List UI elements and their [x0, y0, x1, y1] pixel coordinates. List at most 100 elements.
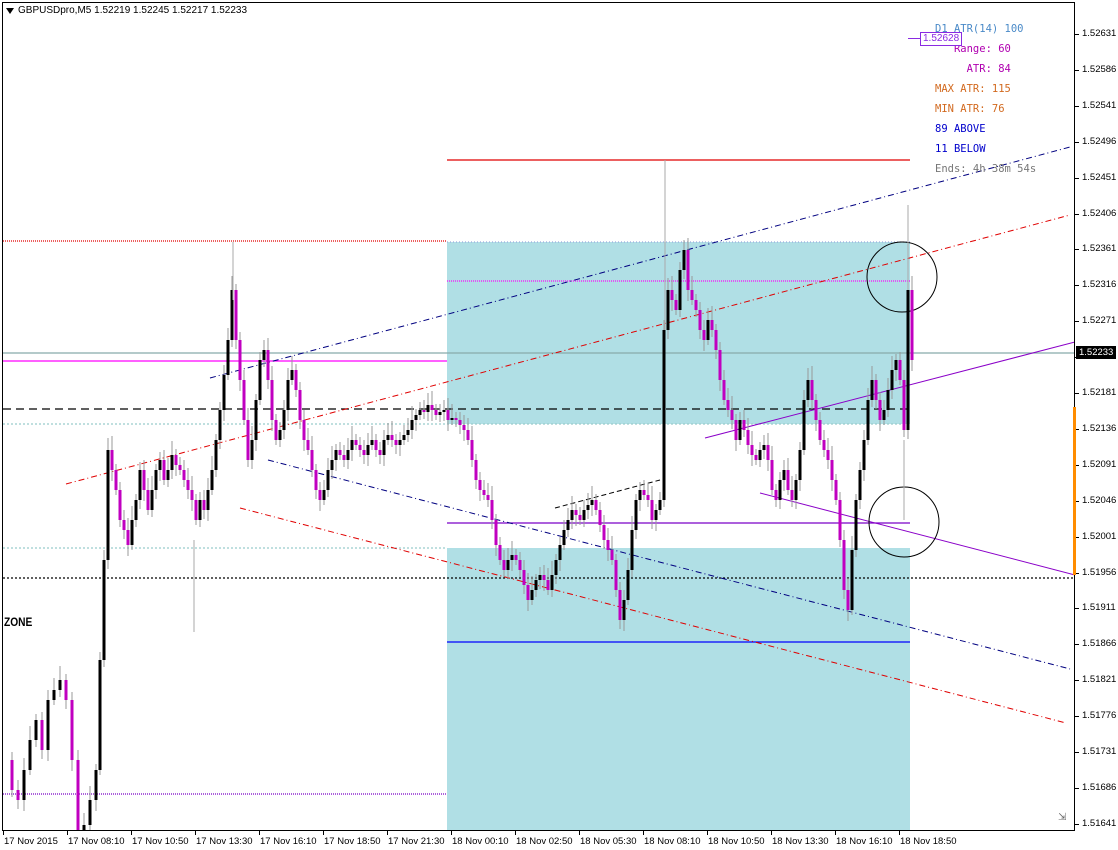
candle-body — [754, 455, 758, 460]
price-axis-label: 1.52046 — [1082, 494, 1117, 506]
price-plot[interactable] — [0, 0, 1075, 831]
candle-body — [758, 450, 762, 460]
candle-body — [462, 425, 466, 430]
time-axis-label: 18 Nov 02:50 — [516, 836, 573, 847]
candle-body — [626, 570, 630, 600]
candle-body — [750, 445, 754, 455]
candle-body — [494, 520, 498, 545]
candle-body — [458, 420, 462, 425]
candle-body — [910, 290, 914, 360]
candle-body — [218, 410, 222, 440]
candle-body — [158, 460, 162, 470]
candle-body — [70, 700, 74, 760]
candle-body — [94, 770, 98, 800]
candle-body — [238, 340, 242, 380]
time-axis-tick — [899, 831, 900, 835]
dropdown-triangle-icon[interactable] — [6, 7, 14, 14]
price-axis-label: 1.51911 — [1082, 602, 1116, 614]
time-axis-label: 17 Nov 2015 — [4, 836, 58, 847]
candle-body — [738, 420, 742, 440]
candle-body — [598, 510, 602, 525]
price-axis-label: 1.52361 — [1082, 243, 1117, 255]
candle-body — [842, 540, 846, 590]
price-axis-label: 1.51686 — [1082, 781, 1117, 793]
time-axis-label: 17 Nov 16:10 — [260, 836, 317, 847]
candle-body — [314, 470, 318, 490]
time-axis-label: 17 Nov 21:30 — [388, 836, 445, 847]
candle-body — [194, 500, 198, 520]
candle-body — [170, 455, 174, 470]
candle-body — [46, 700, 50, 750]
chart-header: GBPUSDpro,M5 1.52219 1.52245 1.52217 1.5… — [6, 5, 247, 16]
auto-scroll-icon[interactable]: ⇲ — [1058, 812, 1066, 823]
candle-body — [354, 440, 358, 445]
info-row: 11 BELOW — [935, 143, 986, 155]
zone-label: ZONE — [4, 615, 33, 629]
candle-body — [386, 435, 390, 440]
time-axis-tick — [707, 831, 708, 835]
candle-body — [242, 380, 246, 420]
candle-body — [578, 515, 582, 520]
candle-body — [714, 330, 718, 350]
candle-body — [538, 575, 542, 580]
price-axis-label: 1.52406 — [1082, 207, 1117, 219]
candle-body — [702, 330, 706, 340]
time-axis-label: 17 Nov 18:50 — [324, 836, 381, 847]
time-axis-tick — [3, 831, 4, 835]
candle-body — [154, 470, 158, 490]
candle-body — [278, 430, 282, 440]
time-axis-tick — [323, 831, 324, 835]
info-row: 89 ABOVE — [935, 123, 986, 135]
price-axis-tick — [1075, 393, 1079, 394]
candle-body — [822, 440, 826, 450]
candle-body — [130, 520, 134, 545]
candle-body — [378, 450, 382, 455]
time-axis-tick — [835, 831, 836, 835]
info-row: MAX ATR: 115 — [935, 83, 1011, 95]
candle-body — [406, 430, 410, 435]
candle-body — [410, 420, 414, 430]
candle-body — [902, 380, 906, 430]
candle-body — [654, 510, 658, 520]
candle-body — [590, 500, 594, 505]
candle-body — [106, 450, 110, 560]
candle-body — [98, 660, 102, 770]
candle-body — [306, 440, 310, 450]
time-axis-label: 17 Nov 13:30 — [196, 836, 253, 847]
candle-body — [398, 440, 402, 445]
candle-body — [166, 470, 170, 480]
price-axis-tick — [1075, 823, 1079, 825]
chart-window[interactable]: GBPUSDpro,M5 1.52219 1.52245 1.52217 1.5… — [0, 0, 1118, 850]
candle-body — [498, 545, 502, 560]
candle-body — [258, 360, 262, 400]
candle-body — [602, 525, 606, 540]
candle-body — [546, 580, 550, 590]
price-axis-label: 1.51866 — [1082, 638, 1117, 650]
price-axis[interactable]: 1.52631 1.52586 1.52541 1.52496 1.52451 1.524… — [1075, 0, 1118, 850]
candle-body — [826, 450, 830, 460]
candle-body — [302, 420, 306, 440]
candle-body — [358, 445, 362, 450]
time-axis-label: 18 Nov 08:10 — [644, 836, 701, 847]
candle-body — [454, 418, 458, 420]
candle-body — [906, 290, 910, 430]
candle-body — [434, 410, 438, 415]
candle-body — [614, 560, 618, 590]
candle-body — [570, 510, 574, 520]
time-axis[interactable]: 17 Nov 2015 17 Nov 08:10 17 Nov 10:50 17 No… — [0, 831, 1075, 850]
candle-body — [52, 690, 56, 700]
candle-body — [522, 570, 526, 585]
candle-body — [850, 550, 854, 610]
candle-body — [606, 540, 610, 550]
price-axis-tick — [1075, 608, 1079, 610]
candle-body — [318, 490, 322, 500]
candle-body — [542, 575, 546, 580]
time-axis-tick — [259, 831, 260, 835]
price-axis-tick — [1075, 177, 1079, 179]
candle-body — [866, 400, 870, 440]
candle-body — [730, 410, 734, 420]
price-tag[interactable]: 1.52628 — [920, 32, 963, 46]
lower-zone-rect — [447, 548, 910, 831]
candle-body — [22, 770, 26, 800]
candle-body — [250, 440, 254, 460]
